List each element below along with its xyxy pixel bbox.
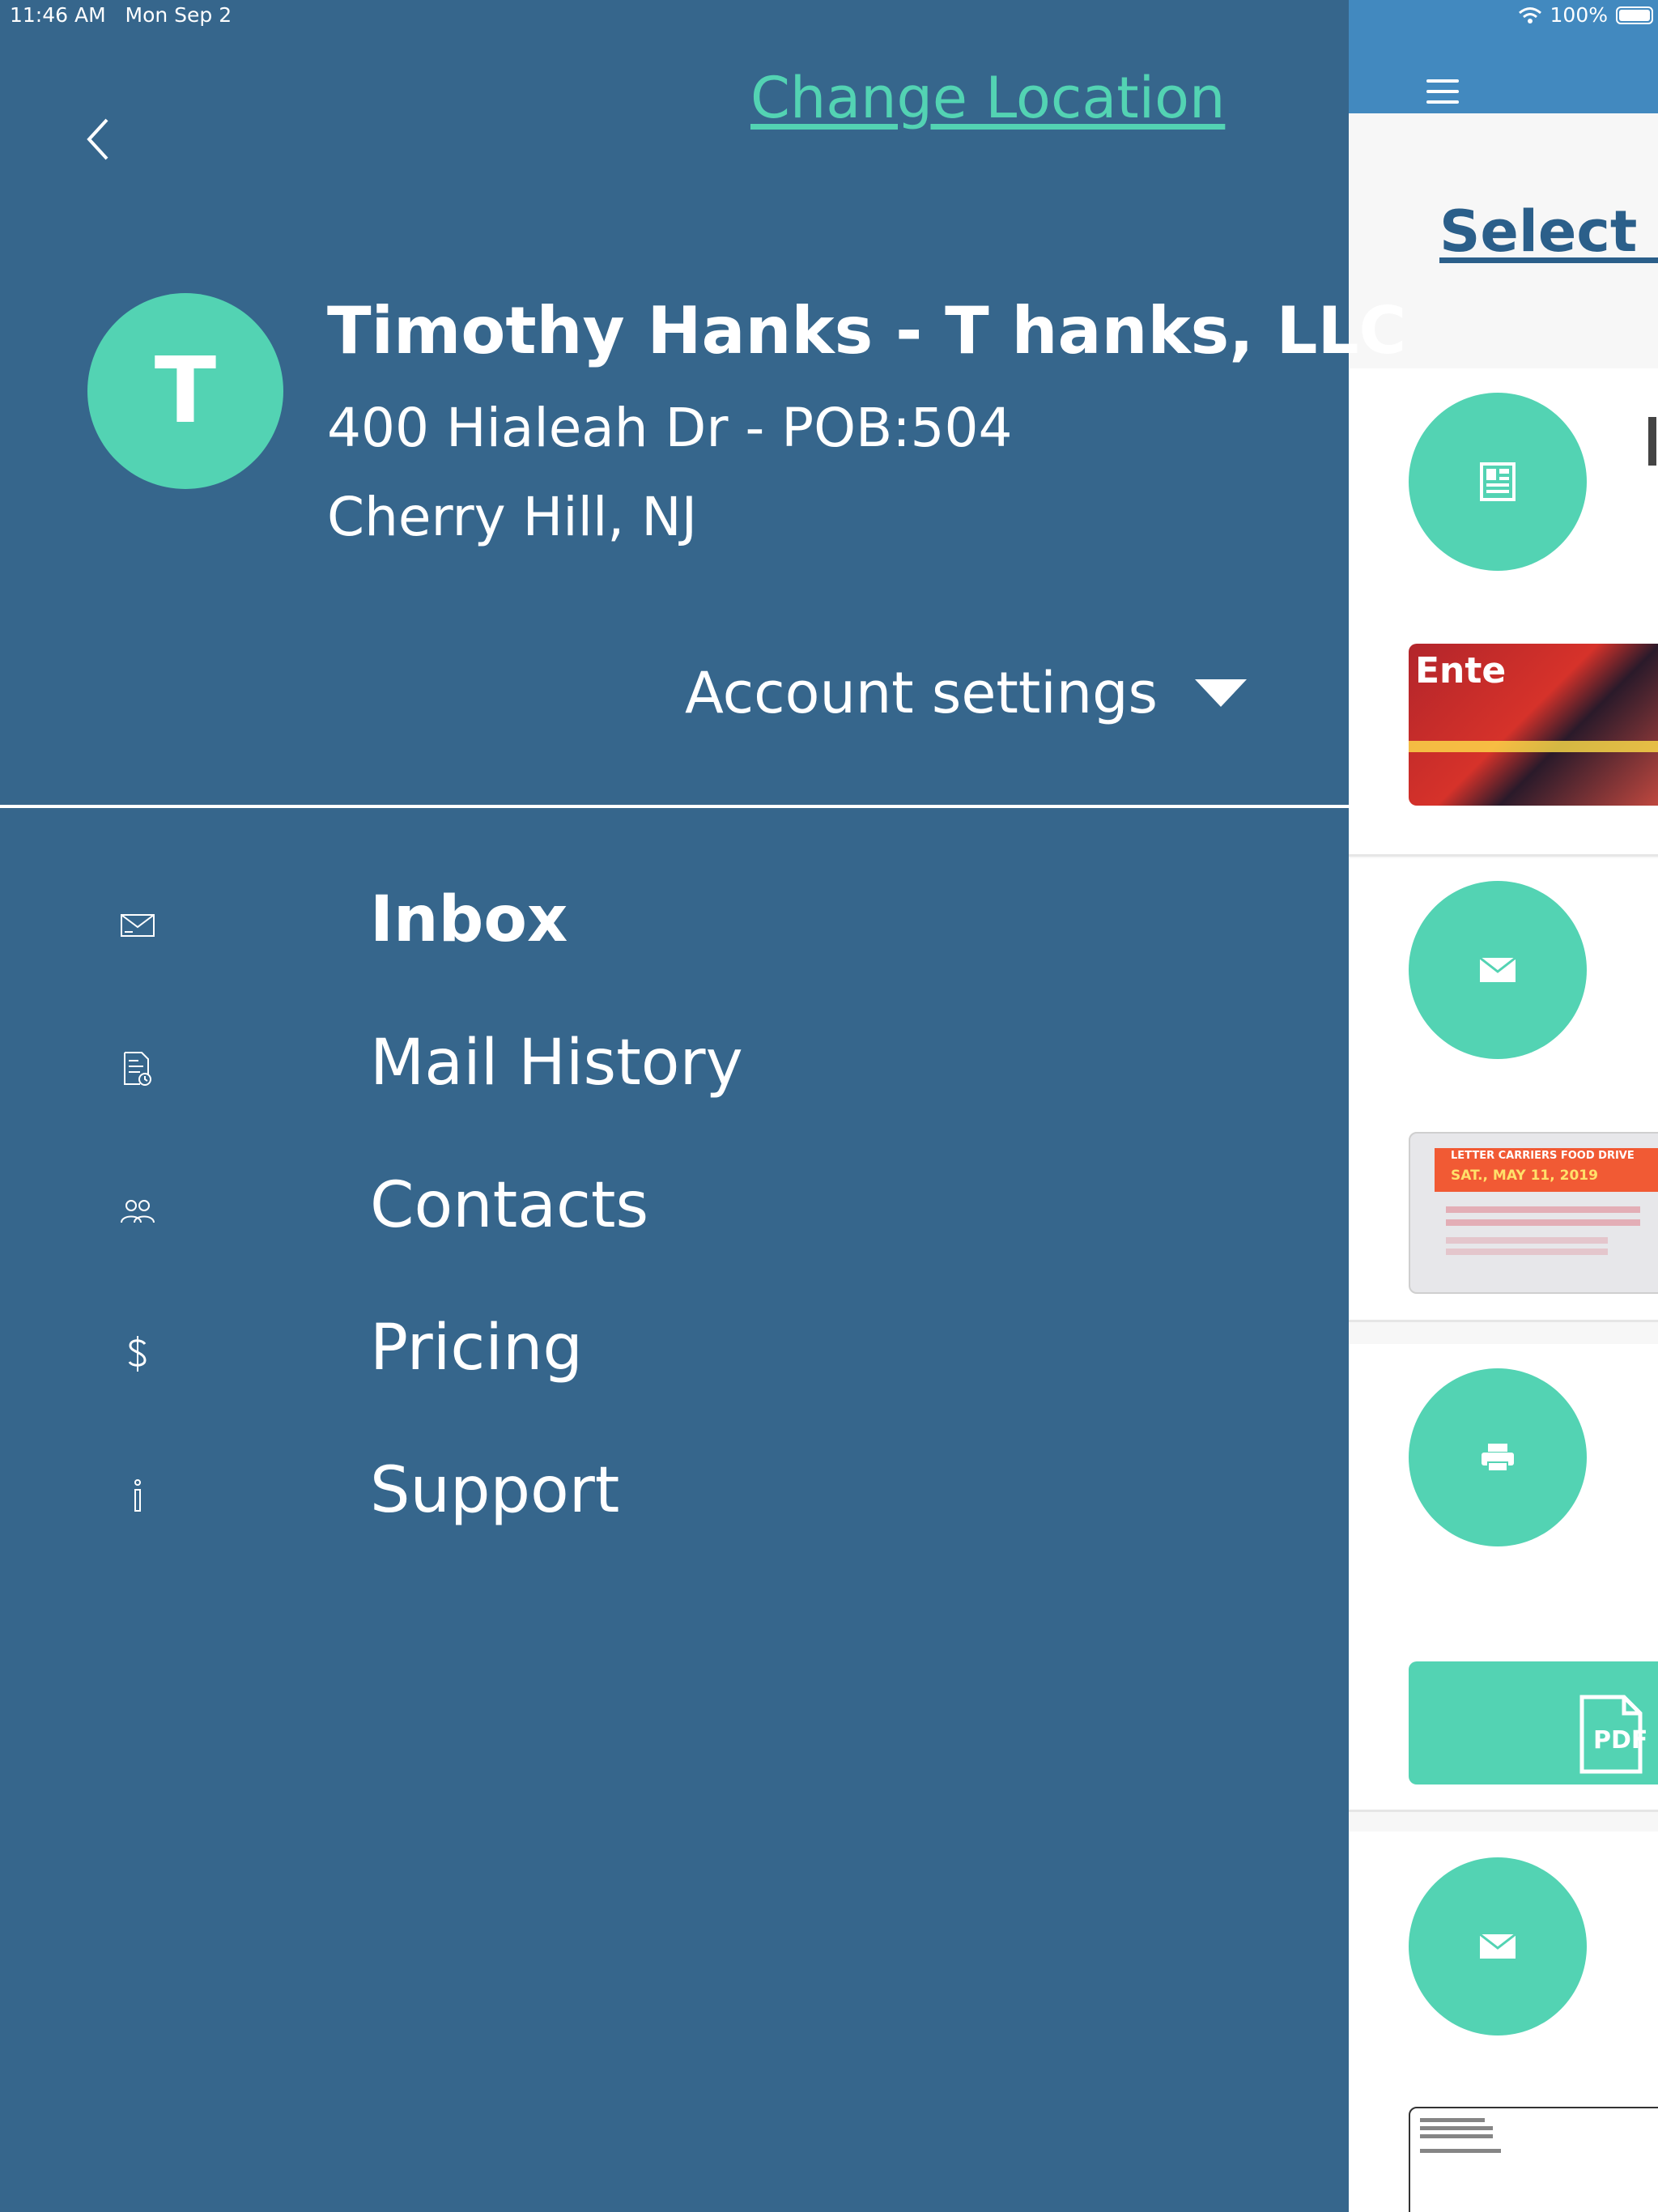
wifi-icon: [1518, 6, 1541, 23]
menu-item-mail-history[interactable]: Mail History: [0, 1006, 1349, 1127]
people-icon: [113, 1187, 162, 1236]
mail-card[interactable]: LETTER CARRIERS FOOD DRIVE SAT., MAY 11,…: [1349, 858, 1658, 1322]
navigation-drawer: Change Location T Timothy Hanks - T hank…: [0, 0, 1406, 2212]
divider: [0, 805, 1349, 808]
battery-icon: [1616, 6, 1653, 24]
dollar-icon: [113, 1329, 162, 1378]
menu-label-pricing: Pricing: [370, 1312, 583, 1385]
envelope-icon: [1409, 881, 1587, 1059]
user-name: Timothy Hanks - T hanks, LLC: [327, 293, 1407, 368]
status-date: Mon Sep 2: [125, 3, 232, 27]
status-bar: 11:46 AM Mon Sep 2 100%: [0, 0, 1658, 32]
status-time-date: 11:46 AM Mon Sep 2: [10, 3, 232, 27]
battery-percent: 100%: [1550, 3, 1608, 27]
flyer-date: SAT., MAY 11, 2019: [1451, 1168, 1598, 1184]
address-line-1: 400 Hialeah Dr - POB:504: [327, 397, 1013, 459]
document-clock-icon: [113, 1044, 162, 1093]
envelope-icon: [113, 901, 162, 950]
mail-card[interactable]: [1349, 1831, 1658, 2212]
menu-label-mail-history: Mail History: [370, 1027, 743, 1100]
menu-item-pricing[interactable]: Pricing: [0, 1291, 1349, 1412]
select-location-heading[interactable]: Select a: [1439, 198, 1658, 265]
menu-item-contacts[interactable]: Contacts: [0, 1148, 1349, 1270]
flyer-title: LETTER CARRIERS FOOD DRIVE: [1451, 1150, 1635, 1162]
address-line-2: Cherry Hill, NJ: [327, 486, 698, 548]
letter-thumbnail[interactable]: [1409, 2107, 1658, 2212]
flyer-thumbnail[interactable]: LETTER CARRIERS FOOD DRIVE SAT., MAY 11,…: [1409, 1132, 1658, 1294]
avatar: T: [87, 293, 283, 489]
status-indicators: 100%: [1518, 3, 1653, 27]
account-settings-label: Account settings: [685, 660, 1158, 726]
caret-down-icon: [1195, 679, 1248, 707]
menu-label-contacts: Contacts: [370, 1169, 649, 1242]
menu-label-support: Support: [370, 1454, 620, 1527]
change-location-link[interactable]: Change Location: [750, 65, 1225, 131]
mail-card[interactable]: PDF: [1349, 1344, 1658, 1812]
menu-label-inbox: Inbox: [370, 883, 568, 956]
magazine-icon: [1409, 393, 1587, 571]
printer-icon: [1409, 1368, 1587, 1546]
info-icon: [113, 1472, 162, 1521]
magazine-thumbnail[interactable]: Ente: [1409, 644, 1658, 806]
hamburger-menu-icon[interactable]: [1426, 79, 1459, 105]
back-chevron-icon[interactable]: [81, 113, 117, 165]
pdf-attachment[interactable]: PDF: [1409, 1661, 1658, 1784]
account-settings-dropdown[interactable]: Account settings: [685, 660, 1248, 726]
menu-item-inbox[interactable]: Inbox: [0, 862, 1349, 984]
mail-card[interactable]: Ente: [1349, 368, 1658, 857]
pdf-label: PDF: [1593, 1726, 1648, 1755]
status-time: 11:46 AM: [10, 3, 106, 27]
magazine-title: Ente: [1415, 650, 1507, 691]
menu-item-support[interactable]: Support: [0, 1433, 1349, 1555]
envelope-icon: [1409, 1857, 1587, 2035]
